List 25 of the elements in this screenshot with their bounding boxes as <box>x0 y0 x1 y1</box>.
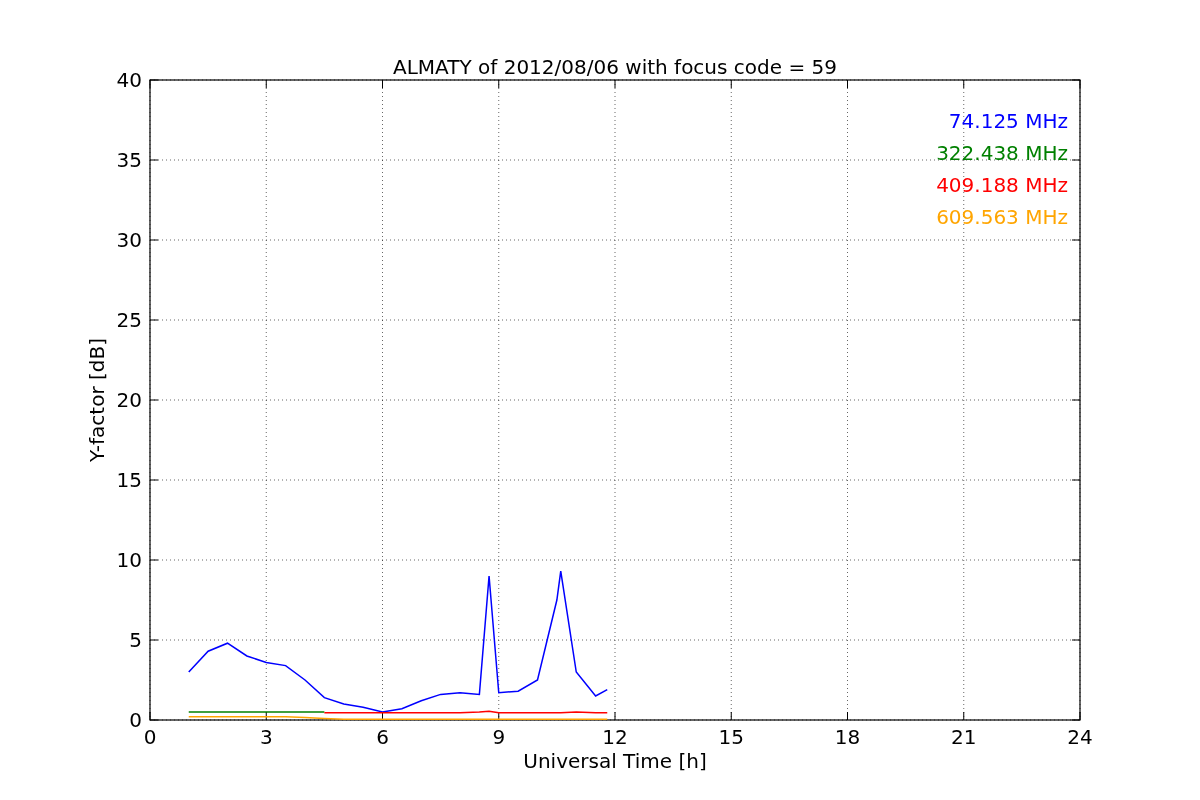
x-tick-label: 6 <box>376 725 389 749</box>
y-tick-label: 25 <box>116 308 142 332</box>
x-tick-label: 15 <box>718 725 744 749</box>
x-tick-label: 21 <box>951 725 977 749</box>
y-tick-label: 30 <box>116 228 142 252</box>
y-tick-label: 0 <box>129 708 142 732</box>
x-axis-label: Universal Time [h] <box>523 749 707 773</box>
x-tick-label: 12 <box>602 725 628 749</box>
y-tick-label: 40 <box>116 68 142 92</box>
y-tick-label: 5 <box>129 628 142 652</box>
y-tick-label: 35 <box>116 148 142 172</box>
x-tick-label: 3 <box>259 725 273 749</box>
y-tick-label: 20 <box>116 388 142 412</box>
legend-label: 74.125 MHz <box>948 109 1068 133</box>
x-tick-label: 9 <box>492 725 506 749</box>
x-tick-label: 18 <box>834 725 861 749</box>
legend-label: 409.188 MHz <box>936 173 1068 197</box>
chart-title: ALMATY of 2012/08/06 with focus code = 59 <box>393 55 837 79</box>
legend-label: 609.563 MHz <box>936 205 1068 229</box>
legend-label: 322.438 MHz <box>936 141 1068 165</box>
y-tick-label: 15 <box>116 468 142 492</box>
x-tick-label: 24 <box>1067 725 1093 749</box>
x-tick-label: 0 <box>143 725 157 749</box>
y-tick-label: 10 <box>116 548 142 572</box>
y-axis-label: Y-factor [dB] <box>85 338 109 462</box>
